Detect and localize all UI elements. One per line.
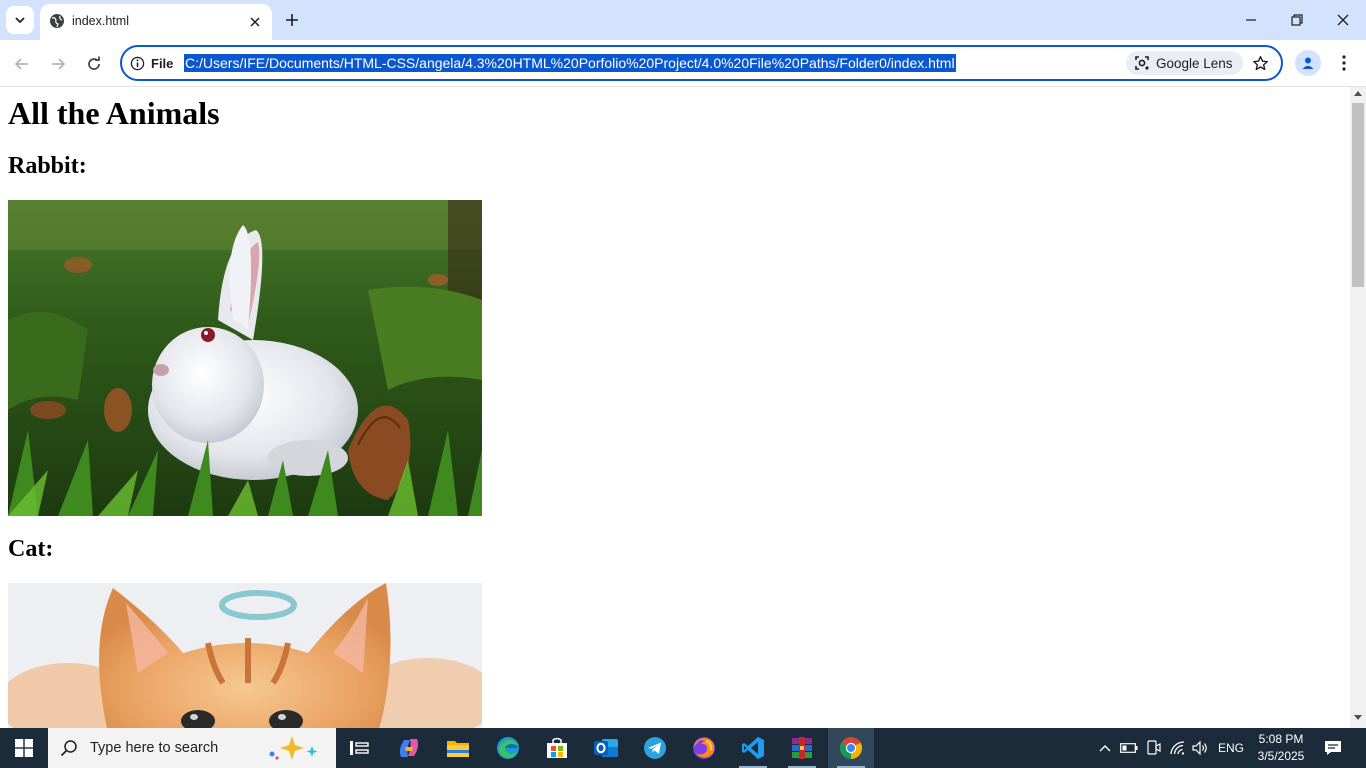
back-button[interactable] xyxy=(8,50,36,78)
lens-icon xyxy=(1135,56,1149,70)
show-hidden-icons-button[interactable] xyxy=(1096,728,1114,768)
arrow-left-icon xyxy=(14,58,28,70)
reload-button[interactable] xyxy=(80,50,108,78)
google-lens-label: Google Lens xyxy=(1156,55,1233,71)
task-view-icon xyxy=(350,741,369,755)
copilot-sparkle-icon xyxy=(269,736,318,760)
tab-search-button[interactable] xyxy=(6,6,34,34)
star-icon xyxy=(1252,55,1268,70)
wifi-icon xyxy=(1170,741,1185,755)
telegram-icon xyxy=(644,737,666,759)
scrollbar-thumb[interactable] xyxy=(1352,103,1364,287)
camera-icon xyxy=(1147,740,1161,755)
folder-icon xyxy=(447,741,469,757)
task-view-button[interactable] xyxy=(336,728,382,768)
site-info-chip[interactable]: File xyxy=(130,53,173,73)
firefox-icon xyxy=(693,737,715,759)
taskbar-outlook[interactable] xyxy=(583,728,629,768)
chevron-up-icon xyxy=(1099,745,1111,752)
winrar-icon xyxy=(792,737,812,759)
restore-icon xyxy=(1291,14,1303,26)
network-status[interactable] xyxy=(1167,728,1189,768)
google-lens-button[interactable]: Google Lens xyxy=(1126,51,1243,75)
info-icon xyxy=(130,56,145,70)
arrow-right-icon xyxy=(52,58,66,70)
taskbar-firefox[interactable] xyxy=(681,728,727,768)
new-tab-button[interactable] xyxy=(280,8,304,32)
volume-icon xyxy=(1192,741,1207,755)
restore-button[interactable] xyxy=(1274,0,1320,40)
vscode-icon xyxy=(742,737,764,759)
reload-icon xyxy=(88,56,100,70)
taskbar-copilot[interactable] xyxy=(386,728,432,768)
chevron-down-icon xyxy=(15,17,25,24)
page-heading: All the Animals xyxy=(8,95,220,131)
taskbar-winrar[interactable] xyxy=(779,728,825,768)
section-title-cat: Cat: xyxy=(8,536,54,562)
taskbar-file-explorer[interactable] xyxy=(435,728,481,768)
plus-icon xyxy=(286,14,298,26)
copilot-icon xyxy=(400,739,418,757)
clock-date: 3/5/2025 xyxy=(1257,749,1305,763)
notification-center-button[interactable] xyxy=(1320,728,1346,768)
page-scrollbar[interactable] xyxy=(1350,87,1366,728)
forward-button[interactable] xyxy=(44,50,72,78)
tab-close-button[interactable] xyxy=(245,12,265,32)
more-vert-icon xyxy=(1342,55,1346,71)
taskbar-search-box[interactable]: Type here to search xyxy=(48,728,336,768)
taskbar-telegram[interactable] xyxy=(632,728,678,768)
battery-status[interactable] xyxy=(1119,728,1139,768)
clock-time: 5:08 PM xyxy=(1258,732,1304,746)
person-icon xyxy=(1302,57,1314,69)
battery-icon xyxy=(1120,743,1138,753)
scroll-down-arrow-icon[interactable] xyxy=(1354,715,1362,720)
tab-title: index.html xyxy=(72,14,129,28)
system-clock[interactable]: 5:08 PM 3/5/2025 xyxy=(1248,731,1314,765)
volume-control[interactable] xyxy=(1190,728,1212,768)
tab-strip: index.html xyxy=(0,0,1366,40)
globe-icon xyxy=(50,14,64,28)
tab-active[interactable]: index.html xyxy=(40,4,272,40)
notification-icon xyxy=(1325,741,1341,755)
taskbar-edge[interactable] xyxy=(485,728,531,768)
cat-image xyxy=(8,583,482,728)
windows-logo-icon xyxy=(15,739,33,757)
menu-button[interactable] xyxy=(1332,50,1356,76)
taskbar-vs-code[interactable] xyxy=(730,728,776,768)
store-icon xyxy=(547,737,567,758)
taskbar-chrome[interactable] xyxy=(828,728,874,768)
outlook-icon xyxy=(594,739,618,757)
bookmark-button[interactable] xyxy=(1248,51,1272,75)
profile-button[interactable] xyxy=(1295,50,1321,76)
edge-icon xyxy=(497,737,519,759)
close-icon xyxy=(250,17,260,27)
site-chip-label: File xyxy=(151,55,174,71)
input-language[interactable]: ENG xyxy=(1214,728,1248,768)
taskbar-microsoft-store[interactable] xyxy=(534,728,580,768)
search-icon xyxy=(60,740,77,757)
browser-toolbar: File C:/Users/IFE/Documents/HTML-CSS/ang… xyxy=(0,40,1366,87)
section-title-rabbit: Rabbit: xyxy=(8,153,87,179)
search-placeholder: Type here to search xyxy=(90,740,219,756)
address-bar[interactable]: File C:/Users/IFE/Documents/HTML-CSS/ang… xyxy=(120,45,1283,81)
meet-now-button[interactable] xyxy=(1143,728,1163,768)
start-button[interactable] xyxy=(0,728,48,768)
minimize-icon xyxy=(1246,19,1256,21)
chrome-icon xyxy=(840,737,862,759)
minimize-button[interactable] xyxy=(1228,0,1274,40)
close-window-button[interactable] xyxy=(1320,0,1366,40)
url-text[interactable]: C:/Users/IFE/Documents/HTML-CSS/angela/4… xyxy=(184,54,956,72)
windows-taskbar: Type here to search ENG 5:08 PM 3/5/2025 xyxy=(0,728,1366,768)
scroll-up-arrow-icon[interactable] xyxy=(1354,91,1362,96)
close-icon xyxy=(1337,14,1349,26)
rabbit-image xyxy=(8,200,482,516)
page-viewport: All the Animals Rabbit: Cat: xyxy=(0,87,1350,728)
